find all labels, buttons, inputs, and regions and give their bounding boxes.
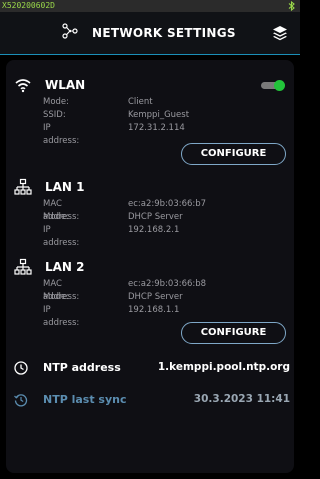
network-panel: WLAN Mode: Client SSID: Kemppi_Guest IP ad… [6, 60, 294, 473]
lan1-header: LAN 1 [14, 178, 85, 196]
wlan-toggle[interactable] [261, 80, 285, 91]
lan2-title: LAN 2 [45, 260, 85, 274]
layers-icon[interactable] [272, 25, 288, 41]
lan-icon [14, 258, 32, 276]
ntp-address-label: NTP address [43, 360, 121, 374]
ntp-sync-label: NTP last sync [43, 392, 127, 406]
lan-configure-button[interactable]: CONFIGURE [181, 322, 286, 344]
device-serial: X520200602D [2, 1, 55, 10]
network-icon [62, 23, 78, 43]
wlan-configure-button[interactable]: CONFIGURE [181, 143, 286, 165]
header-bar: NETWORK SETTINGS [0, 12, 300, 55]
wlan-header: WLAN [14, 76, 85, 94]
clock-icon [14, 360, 28, 375]
lan2-header: LAN 2 [14, 258, 85, 276]
ntp-sync-value: 30.3.2023 11:41 [193, 393, 290, 405]
lan1-title: LAN 1 [45, 180, 85, 194]
wlan-title: WLAN [45, 78, 86, 92]
ntp-address-value: 1.kemppi.pool.ntp.org [157, 361, 290, 373]
bluetooth-icon [287, 0, 296, 12]
ntp-sync-row: NTP last sync 30.3.2023 11:41 [14, 390, 290, 408]
wifi-icon [14, 76, 32, 94]
page-title: NETWORK SETTINGS [92, 26, 236, 40]
ntp-address-row: NTP address 1.kemppi.pool.ntp.org [14, 358, 290, 376]
status-bar: X520200602D [0, 0, 300, 12]
history-icon [14, 392, 28, 407]
lan-icon [14, 178, 32, 196]
